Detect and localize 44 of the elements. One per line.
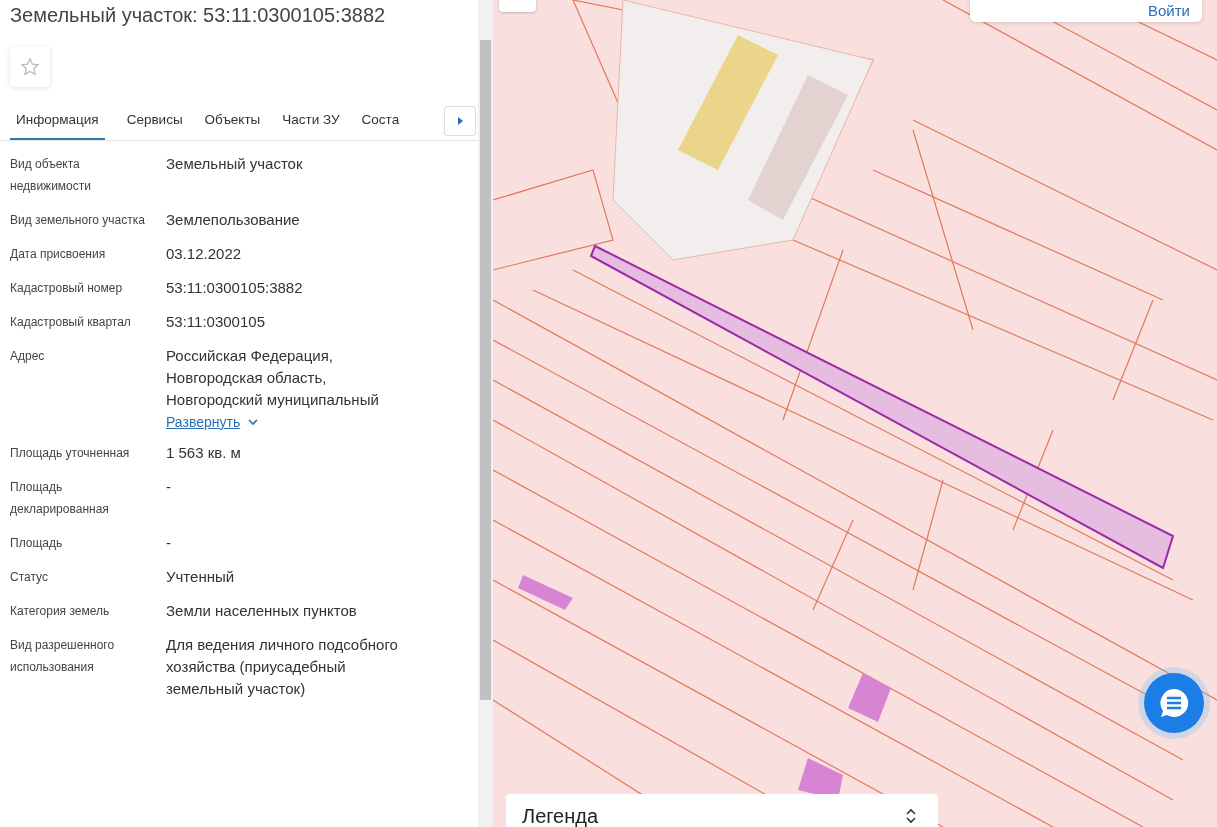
- field-value: Земельный участок: [166, 154, 304, 174]
- field-label: Дата присвоения: [10, 246, 107, 263]
- building-drawing: [518, 575, 573, 610]
- field-label: Статус: [10, 569, 49, 586]
- favorite-button[interactable]: [10, 47, 50, 87]
- login-link[interactable]: Войти: [1148, 1, 1190, 19]
- expand-collapse-icon: [906, 807, 916, 825]
- field-value: Российская Федерация, Новгородская область, Новгородский муниципальный: [166, 346, 380, 410]
- field-value: Учтенный: [166, 567, 236, 587]
- caret-right-icon: [457, 117, 463, 125]
- chat-button[interactable]: [1144, 673, 1204, 733]
- field-label: Вид разрешенного использования: [10, 637, 116, 676]
- field-value: Для ведения личного подсобного хозяйства (приусадебный земельный участок): [166, 635, 399, 699]
- scrollbar-thumb[interactable]: [480, 40, 491, 700]
- field-label: Кадастровый квартал: [10, 314, 132, 331]
- field-value: -: [166, 533, 172, 553]
- field-label: Вид земельного участка: [10, 212, 146, 229]
- building-drawing: [848, 673, 891, 722]
- page-title: Земельный участок: 53:11:0300105:3882: [9, 3, 387, 27]
- selected-parcel[interactable]: [589, 244, 1175, 570]
- tab[interactable]: Информация: [10, 104, 105, 140]
- field-value: Землепользование: [166, 210, 301, 230]
- field-label: Площадь уточненная: [10, 445, 131, 462]
- field-value: 53:11:0300105:3882: [166, 278, 304, 298]
- tab[interactable]: Объекты: [204, 104, 261, 138]
- field-value: 53:11:0300105: [166, 312, 266, 332]
- field-label: Площадь: [10, 535, 64, 552]
- legend-dropdown[interactable]: Легенда: [506, 794, 938, 827]
- tab[interactable]: Соста: [361, 104, 400, 138]
- expand-link[interactable]: Развернуть: [166, 414, 259, 430]
- field-value: 1 563 кв. м: [166, 443, 242, 463]
- field-value: -: [166, 477, 172, 497]
- field-label: Категория земель: [10, 603, 111, 620]
- field-value: 03.12.2022: [166, 244, 243, 264]
- field-label: Вид объекта недвижимости: [10, 156, 92, 195]
- field-label: Адрес: [10, 348, 46, 365]
- field-value: Земли населенных пунктов: [166, 601, 358, 621]
- scroll-tabs-button[interactable]: [444, 106, 476, 136]
- field-label: Площадь декларированная: [10, 479, 110, 518]
- field-label: Кадастровый номер: [10, 280, 124, 297]
- tab[interactable]: Сервисы: [126, 104, 183, 138]
- chevron-down-icon: [248, 418, 259, 426]
- tab[interactable]: Части ЗУ: [282, 104, 340, 138]
- star-icon: [20, 57, 40, 77]
